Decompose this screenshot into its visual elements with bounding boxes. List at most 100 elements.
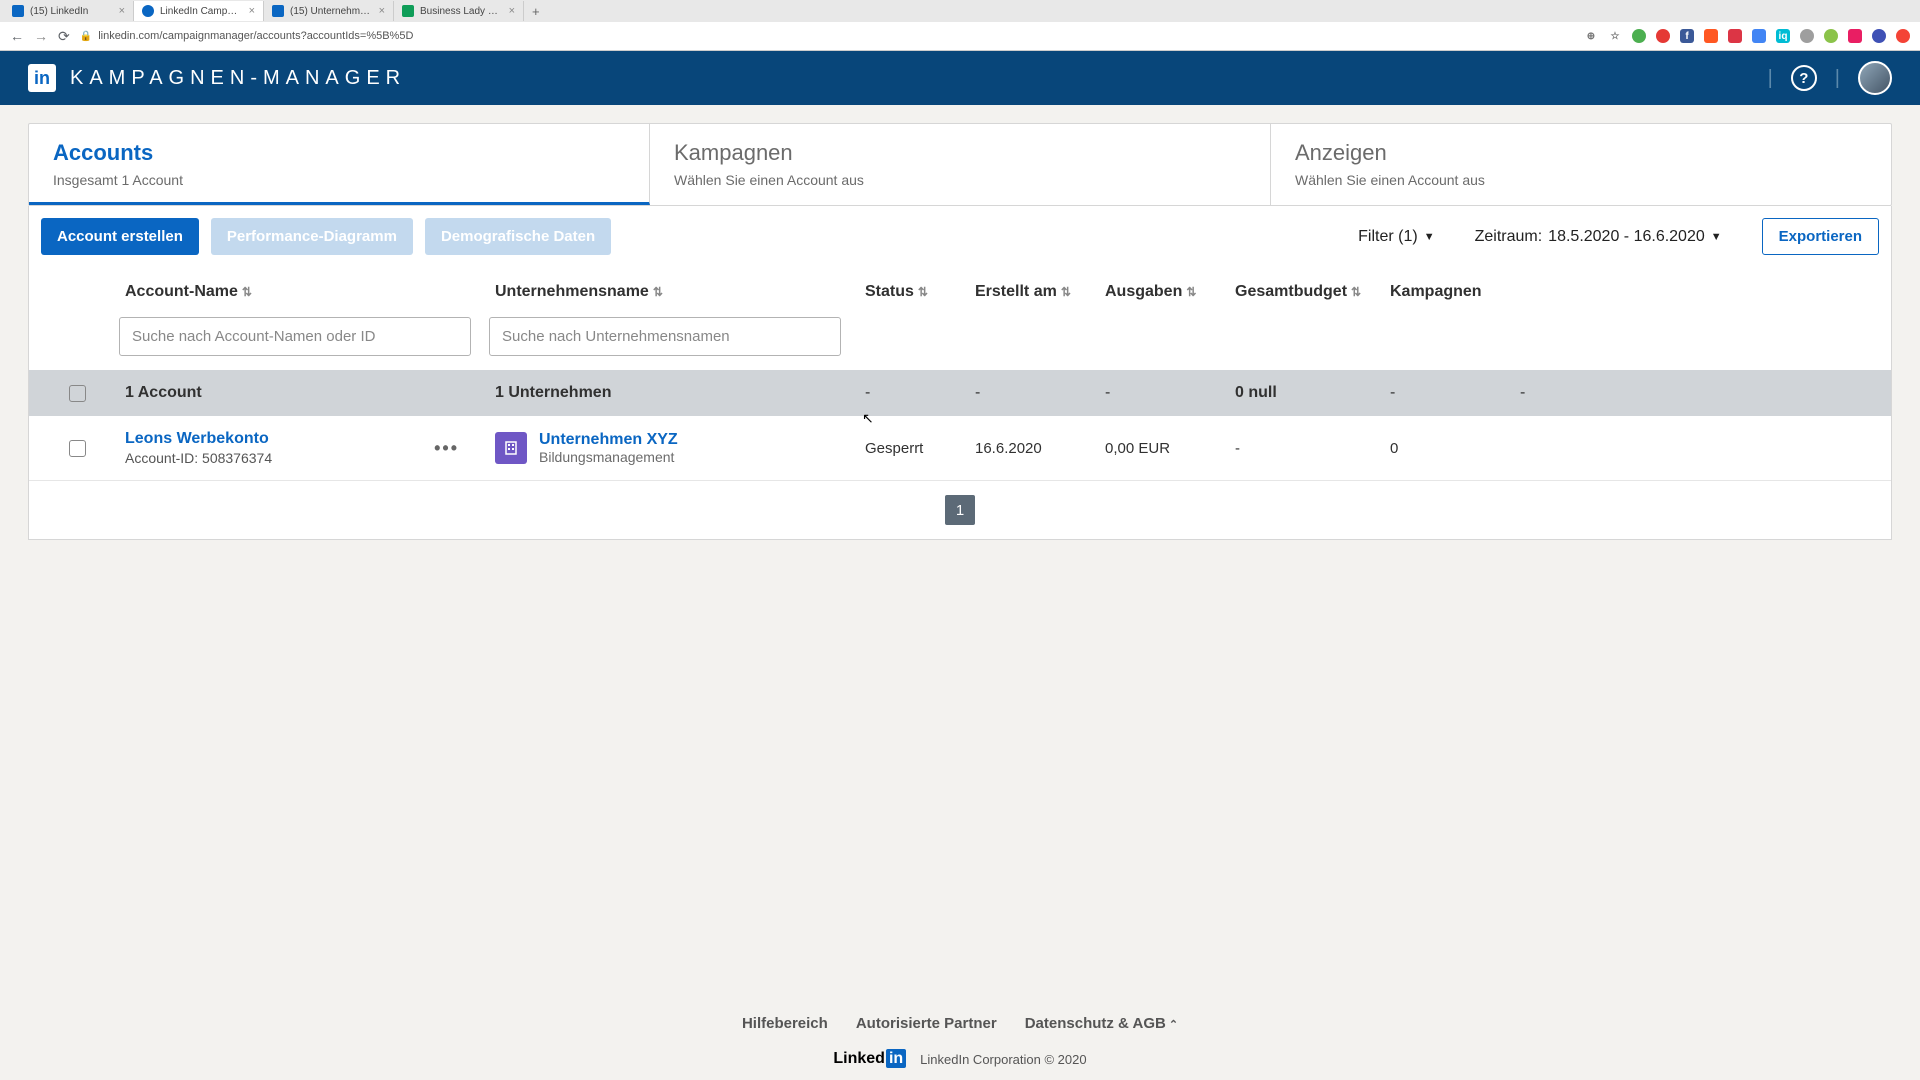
ext-icon[interactable] xyxy=(1656,29,1670,43)
company-icon xyxy=(495,432,527,464)
back-button[interactable]: ← xyxy=(10,28,24,44)
sort-icon: ⇅ xyxy=(242,285,252,299)
daterange-dropdown[interactable]: Zeitraum: 18.5.2020 - 16.6.2020 ▼ xyxy=(1475,228,1722,246)
filter-label: Filter (1) xyxy=(1358,228,1418,246)
tab-title: (15) Unternehmen XYZ: Admin xyxy=(290,6,373,17)
row-budget: - xyxy=(1229,440,1384,457)
cursor-icon: ↖ xyxy=(862,410,874,427)
company-search-input[interactable] xyxy=(489,317,841,356)
star-icon[interactable]: ☆ xyxy=(1608,29,1622,43)
reload-button[interactable]: ⟳ xyxy=(58,28,70,45)
chevron-down-icon: ▼ xyxy=(1711,231,1722,243)
col-status[interactable]: Status⇅ xyxy=(859,283,969,301)
favicon-icon xyxy=(142,5,154,17)
select-all-checkbox[interactable] xyxy=(69,385,86,402)
extension-icons: ⊕ ☆ f iq xyxy=(1584,29,1910,43)
search-row xyxy=(29,309,1891,370)
linkedin-wordmark-icon: Linkedin xyxy=(833,1050,906,1068)
ext-icon[interactable] xyxy=(1872,29,1886,43)
tab-ads[interactable]: Anzeigen Wählen Sie einen Account aus xyxy=(1271,124,1891,205)
divider: | xyxy=(1768,67,1773,90)
close-icon[interactable]: × xyxy=(249,5,255,17)
zoom-icon[interactable]: ⊕ xyxy=(1584,29,1598,43)
browser-tab[interactable]: Business Lady Woman - Free × xyxy=(394,1,524,21)
daterange-value: 18.5.2020 - 16.6.2020 xyxy=(1548,228,1705,246)
pagination: 1 xyxy=(29,481,1891,539)
ext-icon[interactable] xyxy=(1704,29,1718,43)
browser-tab[interactable]: (15) LinkedIn × xyxy=(4,1,134,21)
table-header: Account-Name⇅ Unternehmensname⇅ Status⇅ … xyxy=(29,267,1891,309)
privacy-link[interactable]: Datenschutz & AGB⌃ xyxy=(1025,1015,1178,1032)
chevron-up-icon: ⌃ xyxy=(1169,1019,1178,1031)
lock-icon: 🔒 xyxy=(80,31,92,42)
close-icon[interactable]: × xyxy=(379,5,385,17)
sort-icon: ⇅ xyxy=(1186,285,1196,299)
app-title: KAMPAGNEN-MANAGER xyxy=(70,67,406,90)
company-name-link[interactable]: Unternehmen XYZ xyxy=(539,431,678,449)
tab-title: LinkedIn Campaign Manager xyxy=(160,6,243,17)
ext-icon[interactable] xyxy=(1848,29,1862,43)
sort-icon: ⇅ xyxy=(1061,285,1071,299)
url-text: linkedin.com/campaignmanager/accounts?ac… xyxy=(98,30,413,42)
row-created: 16.6.2020 xyxy=(969,440,1099,457)
ext-icon[interactable] xyxy=(1824,29,1838,43)
breadcrumb-tabs: Accounts Insgesamt 1 Account Kampagnen W… xyxy=(28,123,1892,206)
close-icon[interactable]: × xyxy=(119,5,125,17)
browser-tab[interactable]: LinkedIn Campaign Manager × xyxy=(134,1,264,21)
toolbar: Account erstellen Performance-Diagramm D… xyxy=(28,206,1892,267)
footer-copyright: Linkedin LinkedIn Corporation © 2020 xyxy=(0,1050,1920,1068)
data-table: Account-Name⇅ Unternehmensname⇅ Status⇅ … xyxy=(28,267,1892,540)
ext-icon[interactable]: f xyxy=(1680,29,1694,43)
tab-strip: (15) LinkedIn × LinkedIn Campaign Manage… xyxy=(0,0,1920,22)
sort-icon: ⇅ xyxy=(918,285,928,299)
close-icon[interactable]: × xyxy=(509,5,515,17)
summary-campaigns: - xyxy=(1384,384,1514,402)
col-campaigns[interactable]: Kampagnen xyxy=(1384,283,1514,301)
divider: | xyxy=(1835,67,1840,90)
partners-link[interactable]: Autorisierte Partner xyxy=(856,1015,997,1032)
table-row: Leons Werbekonto Account-ID: 508376374 •… xyxy=(29,416,1891,481)
tab-accounts[interactable]: Accounts Insgesamt 1 Account xyxy=(29,124,650,205)
performance-chart-button: Performance-Diagramm xyxy=(211,218,413,255)
summary-spend: - xyxy=(1099,384,1229,402)
col-company-name[interactable]: Unternehmensname⇅ xyxy=(489,283,859,301)
row-checkbox[interactable] xyxy=(69,440,86,457)
copyright-text: LinkedIn Corporation © 2020 xyxy=(920,1052,1086,1067)
col-account-name[interactable]: Account-Name⇅ xyxy=(119,283,489,301)
brand: in KAMPAGNEN-MANAGER xyxy=(28,64,406,92)
ext-icon[interactable]: iq xyxy=(1776,29,1790,43)
help-icon[interactable]: ? xyxy=(1791,65,1817,91)
col-spend[interactable]: Ausgaben⇅ xyxy=(1099,283,1229,301)
ext-icon[interactable] xyxy=(1728,29,1742,43)
summary-row: 1 Account 1 Unternehmen - - - 0 null - - xyxy=(29,370,1891,416)
account-search-input[interactable] xyxy=(119,317,471,356)
row-status: Gesperrt xyxy=(859,440,969,457)
col-budget[interactable]: Gesamtbudget⇅ xyxy=(1229,283,1384,301)
page-1-button[interactable]: 1 xyxy=(945,495,975,525)
more-actions-icon[interactable]: ••• xyxy=(434,438,459,459)
favicon-icon xyxy=(12,5,24,17)
export-button[interactable]: Exportieren xyxy=(1762,218,1879,255)
linkedin-logo-icon[interactable]: in xyxy=(28,64,56,92)
col-created[interactable]: Erstellt am⇅ xyxy=(969,283,1099,301)
summary-last: - xyxy=(1514,384,1624,402)
tab-title: Kampagnen xyxy=(674,140,1246,166)
ext-icon[interactable] xyxy=(1896,29,1910,43)
ext-icon[interactable] xyxy=(1752,29,1766,43)
sort-icon: ⇅ xyxy=(653,285,663,299)
url-field[interactable]: 🔒 linkedin.com/campaignmanager/accounts?… xyxy=(80,30,1574,42)
help-link[interactable]: Hilfebereich xyxy=(742,1015,828,1032)
browser-tab[interactable]: (15) Unternehmen XYZ: Admin × xyxy=(264,1,394,21)
tab-title: Business Lady Woman - Free xyxy=(420,6,503,17)
ext-icon[interactable] xyxy=(1632,29,1646,43)
ext-icon[interactable] xyxy=(1800,29,1814,43)
forward-button[interactable]: → xyxy=(34,28,48,44)
avatar[interactable] xyxy=(1858,61,1892,95)
create-account-button[interactable]: Account erstellen xyxy=(41,218,199,255)
tab-campaigns[interactable]: Kampagnen Wählen Sie einen Account aus xyxy=(650,124,1271,205)
account-name-link[interactable]: Leons Werbekonto xyxy=(125,430,272,448)
chevron-down-icon: ▼ xyxy=(1424,231,1435,243)
new-tab-button[interactable]: + xyxy=(524,4,548,19)
favicon-icon xyxy=(402,5,414,17)
filter-dropdown[interactable]: Filter (1) ▼ xyxy=(1358,228,1434,246)
